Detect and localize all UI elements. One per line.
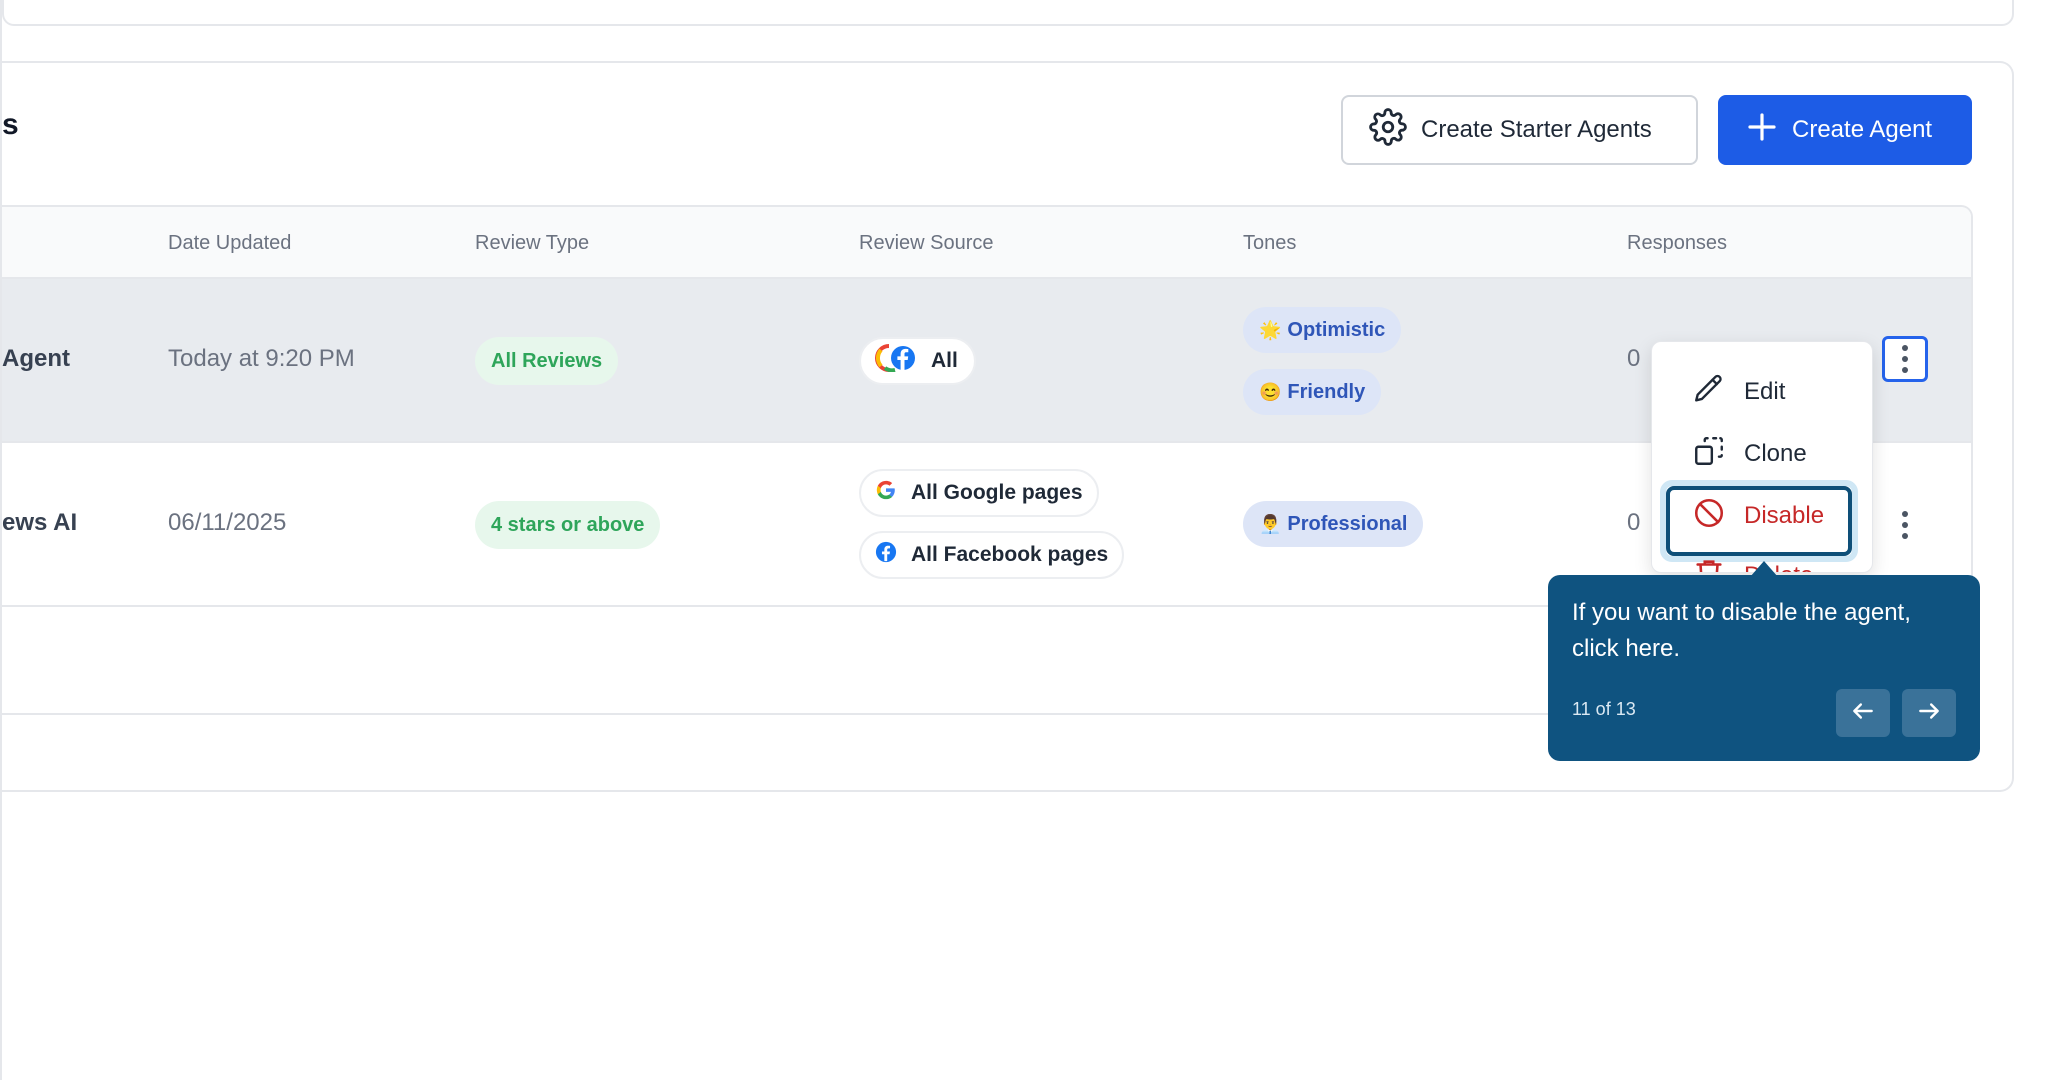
- tour-next-button[interactable]: [1902, 689, 1956, 737]
- tooltip-text: If you want to disable the agent, click …: [1572, 599, 1911, 662]
- agent-name[interactable]: ews AI: [2, 509, 77, 537]
- menu-item-label: Disable: [1744, 502, 1825, 529]
- agent-name[interactable]: Agent: [2, 345, 70, 373]
- create-starter-agents-button[interactable]: Create Starter Agents: [1341, 95, 1698, 165]
- date-updated: 06/11/2025: [168, 509, 287, 536]
- row-actions-kebab-icon[interactable]: [1882, 502, 1928, 548]
- tone-label: Friendly: [1287, 380, 1366, 403]
- google-facebook-icon: [875, 344, 917, 378]
- review-type-label: 4 stars or above: [491, 513, 645, 536]
- gear-icon: [1369, 107, 1407, 153]
- review-source-label: All: [931, 349, 958, 372]
- previous-card-edge: [2, 0, 2014, 26]
- menu-item-edit[interactable]: Edit: [1652, 366, 1872, 418]
- tone-badge: 🌟 Optimistic: [1243, 307, 1402, 353]
- responses-count: 0: [1627, 509, 1641, 536]
- header-tones[interactable]: Tones: [1243, 232, 1296, 255]
- tone-label: Optimistic: [1287, 318, 1386, 341]
- menu-item-clone[interactable]: Clone: [1652, 428, 1872, 480]
- ban-icon: [1692, 496, 1726, 537]
- professional-emoji-icon: 👨‍💼: [1259, 513, 1282, 534]
- google-icon: [875, 479, 897, 507]
- date-updated: Today at 9:20 PM: [168, 345, 355, 372]
- create-agent-label: Create Agent: [1792, 116, 1933, 143]
- plus-icon: [1746, 111, 1778, 150]
- tour-previous-button[interactable]: [1836, 689, 1890, 737]
- smile-emoji-icon: 😊: [1259, 381, 1282, 402]
- tone-badge: 😊 Friendly: [1243, 369, 1382, 415]
- review-source-label: All Google pages: [911, 481, 1083, 504]
- review-source-pill: All Google pages: [859, 469, 1099, 517]
- responses-count: 0: [1627, 345, 1641, 372]
- tone-badge: 👨‍💼 Professional: [1243, 501, 1424, 547]
- review-source-pill: All: [859, 337, 976, 385]
- header-review-source[interactable]: Review Source: [859, 232, 994, 255]
- row-actions-kebab-icon[interactable]: [1882, 336, 1928, 382]
- create-agent-button[interactable]: Create Agent: [1718, 95, 1972, 165]
- star-emoji-icon: 🌟: [1259, 319, 1282, 340]
- facebook-icon: [875, 541, 897, 569]
- header-review-type[interactable]: Review Type: [475, 232, 589, 255]
- row-actions-menu: Edit Clone Disable Delete: [1651, 341, 1873, 573]
- menu-item-label: Clone: [1744, 440, 1807, 467]
- pencil-icon: [1692, 372, 1726, 413]
- clone-icon: [1692, 434, 1726, 475]
- review-type-label: All Reviews: [491, 349, 603, 372]
- menu-item-label: Edit: [1744, 378, 1786, 405]
- header-responses[interactable]: Responses: [1627, 232, 1727, 255]
- review-type-badge: 4 stars or above: [475, 501, 661, 549]
- arrow-right-icon: [1916, 698, 1942, 729]
- tone-label: Professional: [1287, 512, 1408, 535]
- tour-tooltip: If you want to disable the agent, click …: [1548, 575, 1980, 761]
- arrow-left-icon: [1850, 698, 1876, 729]
- card-title: s: [2, 108, 19, 141]
- table-header: Date Updated Review Type Review Source T…: [2, 207, 1971, 279]
- page: s Create Starter Agents Create Agent Dat…: [0, 0, 2070, 1080]
- menu-item-disable[interactable]: Disable: [1652, 490, 1872, 542]
- trash-icon: [1692, 556, 1726, 572]
- create-starter-agents-label: Create Starter Agents: [1421, 116, 1652, 143]
- header-date-updated[interactable]: Date Updated: [168, 232, 291, 255]
- tooltip-step-counter: 11 of 13: [1572, 699, 1636, 719]
- review-source-pill: All Facebook pages: [859, 531, 1125, 579]
- review-type-badge: All Reviews: [475, 337, 619, 385]
- review-source-label: All Facebook pages: [911, 543, 1109, 566]
